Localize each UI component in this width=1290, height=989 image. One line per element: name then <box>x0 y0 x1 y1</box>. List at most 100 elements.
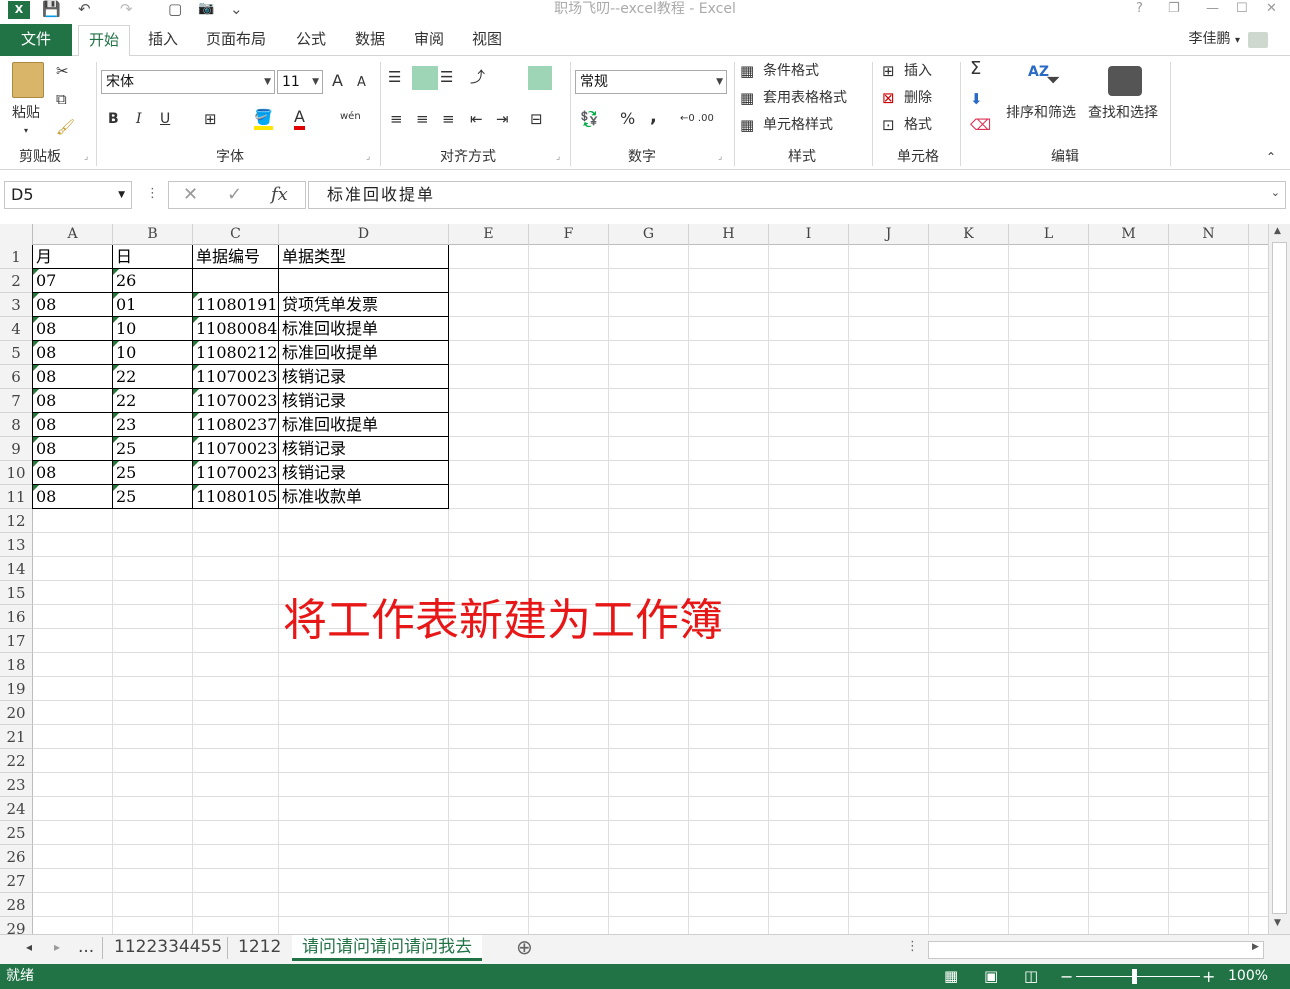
comma-style-button[interactable]: , <box>650 108 657 126</box>
save-icon[interactable]: 💾 <box>42 0 61 20</box>
table-cell[interactable]: 26 <box>113 269 193 293</box>
autosum-icon[interactable]: Σ <box>970 60 981 78</box>
font-launcher-icon[interactable]: ⌟ <box>366 152 370 162</box>
zoom-slider-track[interactable] <box>1076 976 1200 977</box>
column-header-F[interactable]: F <box>529 224 609 245</box>
tab-view[interactable]: 视图 <box>472 25 502 56</box>
row-header-17[interactable]: 17 <box>0 629 33 653</box>
avatar[interactable] <box>1248 32 1268 48</box>
row-header-25[interactable]: 25 <box>0 821 33 845</box>
row-header-10[interactable]: 10 <box>0 461 33 485</box>
insert-cells-button[interactable]: 插入 <box>904 62 932 80</box>
help-icon[interactable]: ? <box>1136 0 1143 20</box>
insert-function-icon[interactable]: fx <box>271 184 288 205</box>
table-cell[interactable]: 核销记录 <box>279 365 449 389</box>
row-header-27[interactable]: 27 <box>0 869 33 893</box>
table-cell[interactable]: 标准回收提单 <box>279 413 449 437</box>
row-header-13[interactable]: 13 <box>0 533 33 557</box>
row-header-6[interactable]: 6 <box>0 365 33 389</box>
add-sheet-icon[interactable]: ⊕ <box>516 935 533 961</box>
number-format-select[interactable]: 常规 ▼ <box>575 70 727 94</box>
column-header-K[interactable]: K <box>929 224 1009 245</box>
font-size-select[interactable]: 11 ▼ <box>277 70 323 94</box>
table-cell[interactable]: 08 <box>33 413 113 437</box>
table-cell[interactable]: 11080084 <box>193 317 279 341</box>
sheet-tab-active[interactable]: 请问请问请问请问我去 <box>292 935 482 961</box>
table-cell[interactable]: 25 <box>113 437 193 461</box>
tab-page-layout[interactable]: 页面布局 <box>206 25 266 56</box>
table-cell[interactable]: 11070023 <box>193 389 279 413</box>
table-cell[interactable]: 01 <box>113 293 193 317</box>
row-header-9[interactable]: 9 <box>0 437 33 461</box>
italic-button[interactable]: I <box>136 110 142 128</box>
worksheet-grid[interactable]: ABCDEFGHIJKLMN 1 2 3 4 5 6 7 8 9 10 11 12 13 14 15 16 17… <box>0 224 1268 934</box>
format-as-table-icon[interactable]: ▦ <box>740 89 754 107</box>
normal-view-icon[interactable]: ▦ <box>944 964 958 989</box>
increase-indent-icon[interactable]: ⇥ <box>496 110 509 128</box>
row-header-18[interactable]: 18 <box>0 653 33 677</box>
increase-decimal-icon[interactable]: ←0 .00 <box>680 110 714 128</box>
row-header-28[interactable]: 28 <box>0 893 33 917</box>
row-header-21[interactable]: 21 <box>0 725 33 749</box>
row-header-14[interactable]: 14 <box>0 557 33 581</box>
table-cell[interactable]: 08 <box>33 341 113 365</box>
clear-icon[interactable]: ⌫ <box>970 116 991 134</box>
align-center-icon[interactable]: ≡ <box>416 110 429 128</box>
cancel-icon[interactable]: ✕ <box>183 184 198 205</box>
scroll-up-icon[interactable]: ▲ <box>1274 226 1281 236</box>
table-cell[interactable] <box>279 269 449 293</box>
format-cells-icon[interactable]: ⊡ <box>882 116 895 134</box>
table-cell[interactable] <box>193 269 279 293</box>
name-box[interactable]: D5 ▼ <box>4 181 132 209</box>
tab-formulas[interactable]: 公式 <box>296 25 326 56</box>
table-cell[interactable]: 08 <box>33 365 113 389</box>
merge-center-icon[interactable]: ⊟ <box>530 110 543 128</box>
table-cell[interactable]: 08 <box>33 461 113 485</box>
column-header-L[interactable]: L <box>1009 224 1089 245</box>
column-header-J[interactable]: J <box>849 224 929 245</box>
table-cell[interactable]: 核销记录 <box>279 437 449 461</box>
alignment-launcher-icon[interactable]: ⌟ <box>556 152 560 162</box>
conditional-formatting-icon[interactable]: ▦ <box>740 62 754 80</box>
percent-style-button[interactable]: % <box>620 110 635 128</box>
column-header-B[interactable]: B <box>113 224 193 245</box>
sheet-tab-1122334455[interactable]: 1122334455 <box>114 935 222 961</box>
horizontal-scrollbar[interactable] <box>928 941 1264 959</box>
table-cell[interactable]: 08 <box>33 317 113 341</box>
new-document-icon[interactable]: ▢ <box>168 0 182 20</box>
copy-icon[interactable]: ⧉ <box>56 90 67 108</box>
cell-styles-button[interactable]: 单元格样式 <box>763 116 833 134</box>
page-layout-view-icon[interactable]: ▣ <box>984 964 998 989</box>
vertical-scroll-thumb[interactable] <box>1272 242 1287 914</box>
zoom-in-button[interactable]: + <box>1202 964 1215 989</box>
table-cell[interactable]: 标准收款单 <box>279 485 449 509</box>
select-all-corner[interactable] <box>0 224 33 245</box>
table-cell[interactable]: 22 <box>113 389 193 413</box>
row-header-22[interactable]: 22 <box>0 749 33 773</box>
minimize-icon[interactable]: — <box>1206 0 1219 20</box>
accounting-format-icon[interactable]: 💱 <box>580 110 599 128</box>
number-launcher-icon[interactable]: ⌟ <box>718 152 722 162</box>
customize-quick-access-icon[interactable]: ⌄ <box>230 0 243 20</box>
table-cell[interactable]: 单据编号 <box>193 245 279 269</box>
table-cell[interactable]: 单据类型 <box>279 245 449 269</box>
align-middle-icon[interactable] <box>412 66 438 90</box>
decrease-indent-icon[interactable]: ⇤ <box>470 110 483 128</box>
page-break-view-icon[interactable]: ◫ <box>1024 964 1038 989</box>
scroll-right-icon[interactable]: ▶ <box>1252 942 1259 952</box>
close-icon[interactable]: ✕ <box>1266 0 1277 20</box>
undo-icon[interactable]: ↶ <box>78 0 91 20</box>
table-cell[interactable]: 11070023 <box>193 461 279 485</box>
sort-filter-button[interactable]: 排序和筛选 <box>1006 104 1076 122</box>
tab-data[interactable]: 数据 <box>355 25 385 56</box>
table-cell[interactable]: 11080191 <box>193 293 279 317</box>
table-cell[interactable]: 标准回收提单 <box>279 341 449 365</box>
table-cell[interactable]: 标准回收提单 <box>279 317 449 341</box>
row-header-8[interactable]: 8 <box>0 413 33 437</box>
user-account[interactable]: 李佳鹏 ▾ <box>1189 28 1240 48</box>
row-header-4[interactable]: 4 <box>0 317 33 341</box>
row-header-20[interactable]: 20 <box>0 701 33 725</box>
grow-font-button[interactable]: A <box>332 72 343 90</box>
borders-icon[interactable]: ⊞ <box>204 110 217 128</box>
table-cell[interactable]: 11080105 <box>193 485 279 509</box>
